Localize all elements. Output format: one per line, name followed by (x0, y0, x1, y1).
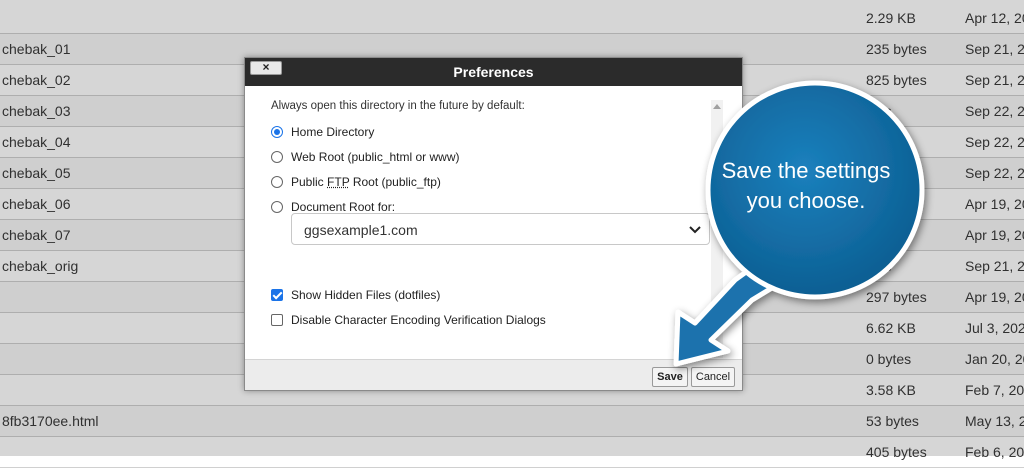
callout-line-1: Save the settings (721, 158, 891, 183)
callout-text: Save the settings you choose. (700, 156, 912, 216)
callout-line-2: you choose. (746, 188, 866, 213)
callout-graphic (673, 80, 925, 367)
